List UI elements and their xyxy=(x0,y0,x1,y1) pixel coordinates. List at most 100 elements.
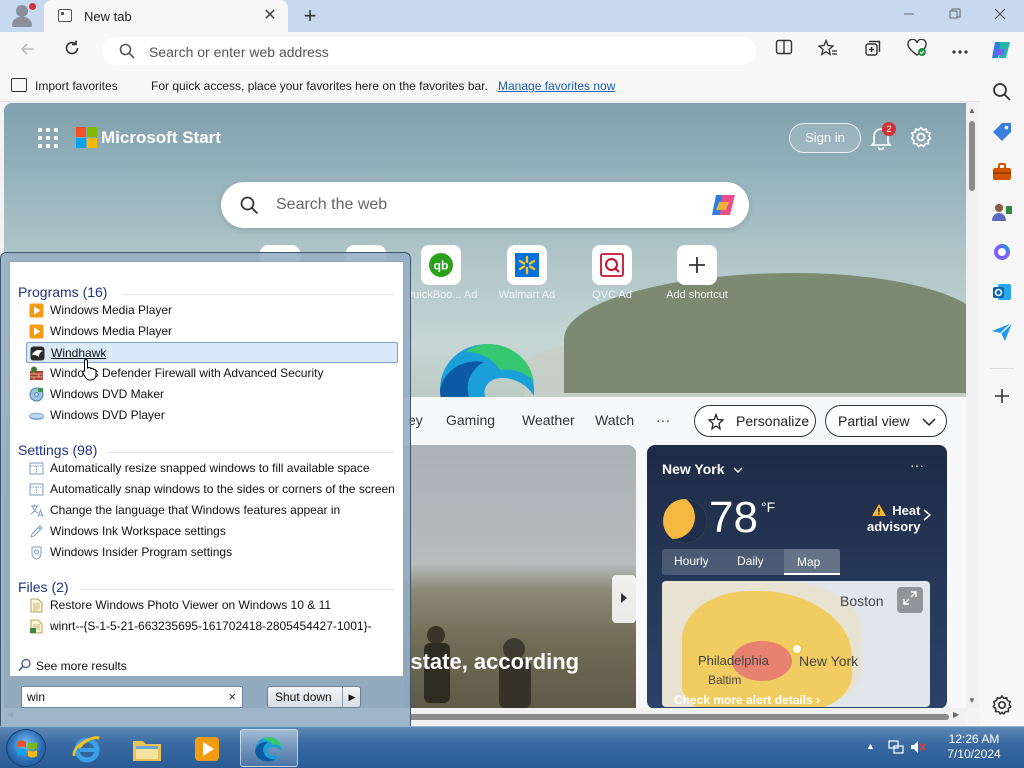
import-favorites-button[interactable]: Import favorites xyxy=(35,79,118,93)
taskbar-internet-explorer[interactable] xyxy=(58,729,116,767)
feed-tab-watch[interactable]: Watch xyxy=(595,412,634,428)
group-programs-title[interactable]: Programs (16) xyxy=(18,284,107,300)
back-button[interactable] xyxy=(14,38,42,64)
result-settings-ink-workspace[interactable]: Windows Ink Workspace settings xyxy=(26,521,398,542)
news-story-card[interactable]: y state, according xyxy=(404,445,636,708)
vertical-scroll-thumb[interactable] xyxy=(969,121,975,191)
outlook-icon[interactable] xyxy=(990,280,1014,304)
chevron-down-icon xyxy=(733,467,743,473)
weather-card[interactable]: New York ··· 78 °F Heat advisory Hourly … xyxy=(647,445,947,708)
restore-icon xyxy=(949,8,961,19)
sign-in-button[interactable]: Sign in xyxy=(789,123,861,153)
heat-advisory-link[interactable]: Heat advisory xyxy=(867,503,920,535)
copilot-button[interactable] xyxy=(988,39,1014,63)
group-divider xyxy=(108,452,394,453)
gear-icon[interactable] xyxy=(990,693,1014,717)
start-button[interactable] xyxy=(6,729,46,767)
result-settings-insider-program[interactable]: Windows Insider Program settings xyxy=(26,542,398,563)
notification-badge: 2 xyxy=(882,122,896,136)
notifications-button[interactable]: 2 xyxy=(870,122,896,151)
scroll-right-arrow[interactable]: ▶ xyxy=(953,710,959,719)
tools-icon[interactable] xyxy=(990,160,1014,184)
page-settings-button[interactable] xyxy=(909,125,933,149)
group-settings-title[interactable]: Settings (98) xyxy=(18,442,97,458)
microsoft-365-icon[interactable] xyxy=(990,240,1014,264)
add-shortcut-button[interactable]: Add shortcut xyxy=(657,245,737,315)
shopping-tag-icon[interactable] xyxy=(990,120,1014,144)
volume-muted-icon[interactable] xyxy=(910,740,926,754)
feed-more-button[interactable]: ··· xyxy=(656,412,670,428)
weather-city[interactable]: New York xyxy=(662,461,725,477)
close-window-button[interactable] xyxy=(985,4,1015,28)
tab-map[interactable]: Map xyxy=(784,549,840,575)
tab-close-button[interactable]: ✕ xyxy=(260,6,280,26)
shut-down-options-button[interactable]: ▶ xyxy=(342,687,361,707)
web-search-box[interactable]: Search the web xyxy=(221,182,749,228)
result-windows-dvd-player[interactable]: Windows DVD Player xyxy=(26,405,398,426)
network-icon[interactable] xyxy=(888,740,904,754)
weather-map[interactable]: Boston New York Philadelphia Baltim xyxy=(662,581,930,707)
settings-and-more-button[interactable] xyxy=(947,39,973,63)
new-tab-button[interactable]: + xyxy=(298,4,322,28)
minimize-button[interactable] xyxy=(894,4,924,28)
taskbar-file-explorer[interactable] xyxy=(118,729,176,767)
result-file-winrt[interactable]: winrt--{S-1-5-21-663235695-161702418-280… xyxy=(26,616,398,637)
show-hidden-icons-button[interactable]: ▲ xyxy=(866,741,875,751)
horizontal-scroll-thumb[interactable] xyxy=(409,714,949,720)
scroll-up-arrow[interactable]: ▲ xyxy=(966,106,978,115)
taskbar-media-player[interactable] xyxy=(178,729,236,767)
shut-down-label: Shut down xyxy=(275,690,332,704)
shortcut-qvc[interactable]: QVC Ad xyxy=(572,245,652,315)
favorites-button[interactable] xyxy=(815,38,841,63)
result-settings-snap-windows[interactable]: Automatically snap windows to the sides … xyxy=(26,479,398,500)
tab-hourly[interactable]: Hourly xyxy=(674,554,709,568)
group-files-title[interactable]: Files (2) xyxy=(18,579,69,595)
system-clock[interactable]: 12:26 AM 7/10/2024 xyxy=(935,732,1013,762)
result-windows-dvd-maker[interactable]: Windows DVD Maker xyxy=(26,384,398,405)
result-windows-media-player[interactable]: Windows Media Player xyxy=(26,321,398,342)
shortcut-walmart[interactable]: Walmart Ad xyxy=(487,245,567,315)
browser-essentials-button[interactable] xyxy=(904,38,930,63)
partial-view-dropdown[interactable]: Partial view xyxy=(825,405,947,437)
restore-button[interactable] xyxy=(940,4,970,28)
personalize-button[interactable]: Personalize xyxy=(694,405,816,437)
tab-daily[interactable]: Daily xyxy=(737,554,764,568)
refresh-button[interactable] xyxy=(58,38,86,64)
result-label: Restore Windows Photo Viewer on Windows … xyxy=(50,598,332,612)
plus-icon xyxy=(677,245,717,285)
shortcut-quickbooks[interactable]: qb QuickBoo... Ad xyxy=(401,245,481,315)
weather-more-button[interactable]: ··· xyxy=(910,457,924,473)
feed-tab-gaming[interactable]: Gaming xyxy=(446,412,495,428)
tab-new-tab[interactable]: New tab ✕ xyxy=(44,0,288,32)
scroll-down-arrow[interactable]: ▼ xyxy=(966,696,978,705)
result-file-restore-photo-viewer[interactable]: Restore Windows Photo Viewer on Windows … xyxy=(26,595,398,616)
taskbar-edge[interactable] xyxy=(240,729,298,767)
plus-icon[interactable] xyxy=(990,384,1014,408)
result-windows-media-player[interactable]: Windows Media Player xyxy=(26,300,398,321)
result-settings-resize-snapped[interactable]: Automatically resize snapped windows to … xyxy=(26,458,398,479)
carousel-next-button[interactable] xyxy=(612,575,636,623)
feed-tab-weather[interactable]: Weather xyxy=(522,412,575,428)
start-search-input[interactable]: win × xyxy=(21,686,243,708)
clear-search-button[interactable]: × xyxy=(228,689,236,704)
settings-window-icon xyxy=(29,483,44,496)
vertical-scrollbar[interactable]: ▲ ▼ xyxy=(966,103,978,708)
address-bar[interactable]: Search or enter web address xyxy=(102,37,756,65)
profile-button[interactable] xyxy=(8,3,36,29)
send-icon[interactable] xyxy=(990,320,1014,344)
app-launcher-icon[interactable] xyxy=(38,128,58,148)
quickbooks-icon: qb xyxy=(421,245,461,285)
expand-map-button[interactable] xyxy=(897,587,923,613)
split-screen-button[interactable] xyxy=(771,39,797,63)
collections-button[interactable] xyxy=(860,39,886,63)
manage-favorites-link[interactable]: Manage favorites now xyxy=(498,79,615,93)
shut-down-button[interactable]: Shut down ▶ xyxy=(267,686,361,708)
media-player-icon xyxy=(29,324,44,339)
profile-avatar-head xyxy=(16,5,28,17)
result-settings-language[interactable]: Change the language that Windows feature… xyxy=(26,500,398,521)
microsoft-logo-icon xyxy=(76,127,97,148)
alert-details-link[interactable]: Check more alert details › xyxy=(674,693,820,707)
brand-title[interactable]: Microsoft Start xyxy=(101,128,221,148)
search-icon[interactable] xyxy=(990,80,1014,104)
games-icon[interactable] xyxy=(990,200,1014,224)
